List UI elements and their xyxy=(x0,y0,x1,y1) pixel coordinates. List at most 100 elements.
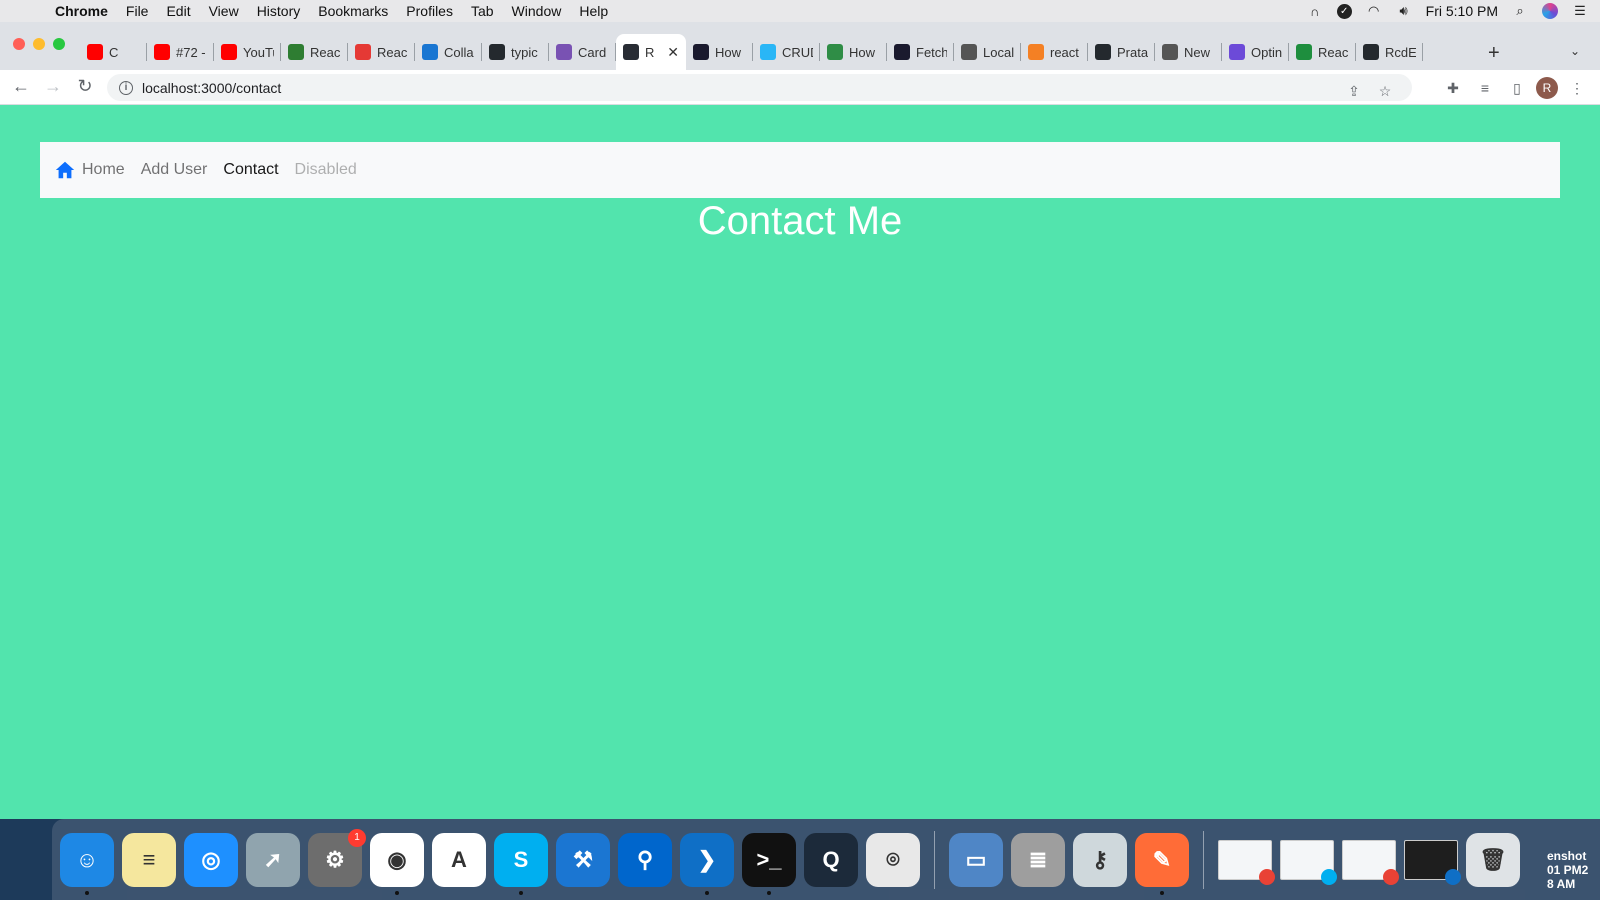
xcode-icon[interactable]: ⚒ xyxy=(556,832,610,887)
tab[interactable]: Optin xyxy=(1222,34,1289,70)
headphones-icon[interactable]: ∩ xyxy=(1307,4,1323,19)
clock[interactable]: Fri 5:10 PM xyxy=(1426,3,1498,19)
menu-window[interactable]: Window xyxy=(503,3,571,19)
tab-active[interactable]: R ✕ xyxy=(616,34,686,70)
chrome-icon[interactable]: ◉ xyxy=(370,832,424,895)
tab[interactable]: Reac xyxy=(348,34,415,70)
more-menu-icon[interactable]: ⋮ xyxy=(1564,74,1590,102)
back-icon[interactable]: ← xyxy=(9,76,33,97)
quicktime-icon[interactable]: Q xyxy=(804,832,858,887)
close-tab-icon[interactable]: ✕ xyxy=(667,44,679,61)
skype-window-thumbnail[interactable] xyxy=(1280,839,1337,885)
screenshot-icon[interactable]: ⌾ xyxy=(866,832,920,887)
menu-view[interactable]: View xyxy=(200,3,248,19)
tab[interactable]: Local xyxy=(954,34,1021,70)
address-url[interactable]: localhost:3000/contact xyxy=(142,80,281,96)
tab[interactable]: react xyxy=(1021,34,1088,70)
tab[interactable]: Fetch xyxy=(887,34,954,70)
siri-icon[interactable] xyxy=(1542,3,1558,19)
notes-icon[interactable]: ≡ xyxy=(122,832,176,887)
tab[interactable]: Reac xyxy=(1289,34,1356,70)
chrome-window-thumbnail[interactable] xyxy=(1218,839,1275,885)
profile-avatar[interactable]: R xyxy=(1536,77,1558,99)
browser-window: C#72 -YouTuReacReacCollatypicCardR✕HowCR… xyxy=(0,22,1600,819)
address-bar[interactable]: i localhost:3000/contact ⇪ ☆ xyxy=(107,74,1412,101)
bookmark-star-icon[interactable]: ☆ xyxy=(1372,76,1398,106)
postman-icon[interactable]: ✎ xyxy=(1135,832,1189,895)
system-preferences-icon[interactable]: ⚙ 1 xyxy=(308,828,366,887)
nav-link-home[interactable]: Home xyxy=(82,161,133,179)
vscode-window-thumbnail[interactable] xyxy=(1404,839,1461,885)
menu-help[interactable]: Help xyxy=(570,3,617,19)
plus-icon xyxy=(1296,44,1312,60)
minimize-window-icon[interactable] xyxy=(33,38,45,50)
tab[interactable]: New xyxy=(1155,34,1222,70)
tab-label: Reac xyxy=(1318,44,1349,60)
menu-bookmarks[interactable]: Bookmarks xyxy=(309,3,397,19)
tab[interactable]: typic xyxy=(482,34,549,70)
chrome-window-thumbnail[interactable] xyxy=(1342,839,1399,885)
desktop-screenshot-label[interactable]: enshot 01 PM2 8 AM xyxy=(1547,849,1600,891)
fullscreen-window-icon[interactable] xyxy=(53,38,65,50)
database-icon[interactable]: ≣ xyxy=(1011,832,1065,887)
tab[interactable]: CRUD xyxy=(753,34,820,70)
side-panel-icon[interactable]: ▯ xyxy=(1504,74,1530,102)
skype-icon[interactable]: S xyxy=(494,832,548,895)
extensions-puzzle-icon[interactable]: ✚ xyxy=(1440,74,1466,102)
control-center-icon[interactable]: ☰ xyxy=(1572,3,1588,18)
menu-file[interactable]: File xyxy=(117,3,158,19)
reading-list-icon[interactable]: ≡ xyxy=(1472,74,1498,102)
menu-profiles[interactable]: Profiles xyxy=(397,3,462,19)
menu-history[interactable]: History xyxy=(248,3,310,19)
database-glyph: ≣ xyxy=(1028,846,1048,872)
tab[interactable]: C xyxy=(80,34,147,70)
tab[interactable]: How xyxy=(820,34,887,70)
youtube-icon xyxy=(154,44,170,60)
launchpad-icon[interactable]: ➚ xyxy=(246,832,300,887)
terminal-icon[interactable]: >_ xyxy=(742,832,796,895)
tab[interactable]: Colla xyxy=(415,34,482,70)
menu-tab[interactable]: Tab xyxy=(462,3,503,19)
tab[interactable]: Reac xyxy=(281,34,348,70)
tab[interactable]: How xyxy=(686,34,753,70)
a-icon xyxy=(894,44,910,60)
logo-icon xyxy=(355,44,371,60)
finder-icon[interactable]: ☺ xyxy=(60,832,114,895)
forward-icon[interactable]: → xyxy=(41,76,65,97)
page-content: Home Add User Contact Disabled Contact M… xyxy=(0,105,1600,819)
maps-pin-icon[interactable]: ⚲ xyxy=(618,832,672,887)
tab[interactable]: #72 - xyxy=(147,34,214,70)
spotlight-search-icon[interactable]: ⌕ xyxy=(1512,3,1528,18)
nav-link-add-user[interactable]: Add User xyxy=(133,161,216,179)
tab[interactable]: RcdE xyxy=(1356,34,1423,70)
checklist-icon[interactable]: ✓ xyxy=(1336,3,1352,19)
new-tab-icon[interactable]: + xyxy=(1488,42,1500,65)
screenshot-glyph: ⌾ xyxy=(886,846,900,872)
dock-separator xyxy=(1203,830,1204,889)
terminal-glyph: >_ xyxy=(756,846,782,872)
nav-link-contact[interactable]: Contact xyxy=(215,161,286,179)
xcode-instruments-icon[interactable]: A xyxy=(432,832,486,887)
stackoverflow-icon xyxy=(1028,44,1044,60)
page-title: Contact Me xyxy=(697,199,903,243)
close-window-icon[interactable] xyxy=(13,38,25,50)
safari-icon[interactable]: ◎ xyxy=(184,832,238,887)
home-icon[interactable] xyxy=(54,159,76,181)
tab[interactable]: Prata xyxy=(1088,34,1155,70)
share-icon[interactable]: ⇪ xyxy=(1341,76,1367,106)
youtube-icon xyxy=(221,44,237,60)
menu-app-name[interactable]: Chrome xyxy=(46,3,117,19)
keychain-icon[interactable]: ⚷ xyxy=(1073,832,1127,887)
tab-search-chevron-icon[interactable]: ⌄ xyxy=(1570,44,1580,58)
tab[interactable]: YouTu xyxy=(214,34,281,70)
wifi-icon[interactable]: ◠ xyxy=(1366,3,1382,18)
site-info-icon[interactable]: i xyxy=(119,80,133,95)
trash-icon[interactable]: 🗑 xyxy=(1466,832,1520,887)
tab[interactable]: Card xyxy=(549,34,616,70)
running-indicator xyxy=(519,890,523,895)
menu-edit[interactable]: Edit xyxy=(157,3,199,19)
volume-icon[interactable]: 🔊︎ xyxy=(1396,3,1412,18)
reload-icon[interactable]: ↻ xyxy=(73,76,97,97)
vscode-icon[interactable]: ❯ xyxy=(680,832,734,895)
preview-icon[interactable]: ▭ xyxy=(949,832,1003,887)
